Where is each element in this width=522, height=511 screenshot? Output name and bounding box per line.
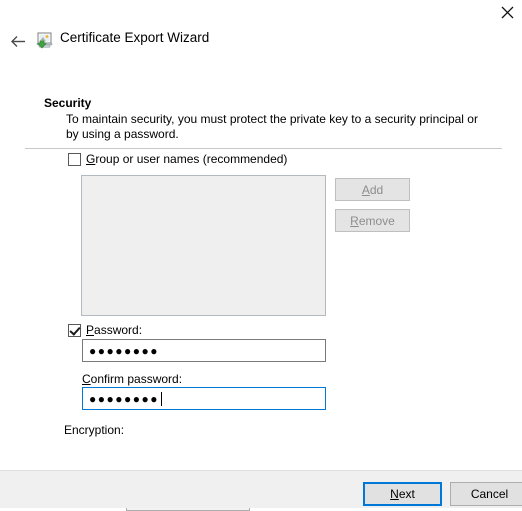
group-names-label-rest: roup or user names (recommended) <box>95 152 288 166</box>
next-button-accel: N <box>390 487 399 501</box>
back-button[interactable] <box>5 28 31 54</box>
dialog-footer: Next Cancel <box>0 470 522 508</box>
page-description: To maintain security, you must protect t… <box>66 112 478 141</box>
password-input[interactable]: ●●●●●●●● <box>82 339 326 362</box>
encryption-label: Encryption: <box>64 423 125 437</box>
confirm-password-label: Confirm password: <box>82 372 182 386</box>
group-names-label: Group or user names (recommended) <box>86 152 287 166</box>
wizard-content: Security To maintain security, you must … <box>0 70 522 511</box>
password-label: Password: <box>86 323 142 337</box>
password-checkbox-row[interactable]: Password: <box>68 323 142 337</box>
page-title: Security <box>44 96 92 110</box>
password-input-value: ●●●●●●●● <box>89 343 159 358</box>
confirm-password-label-rest: onfirm password: <box>90 372 183 386</box>
confirm-password-accel: C <box>82 372 91 386</box>
close-button[interactable] <box>492 0 522 24</box>
confirm-password-input-value: ●●●●●●●● <box>89 391 159 406</box>
arrow-left-icon <box>10 35 25 47</box>
add-button-label-rest: dd <box>369 182 384 197</box>
group-names-checkbox[interactable] <box>68 152 81 166</box>
wizard-title: Certificate Export Wizard <box>60 30 210 45</box>
header-separator <box>25 148 502 149</box>
remove-button-label-rest: emove <box>358 213 395 228</box>
password-accel: P <box>86 323 95 337</box>
group-names-checkbox-row[interactable]: Group or user names (recommended) <box>68 152 287 166</box>
remove-button[interactable]: Remove <box>335 209 410 232</box>
next-button[interactable]: Next <box>363 482 442 506</box>
group-names-listbox[interactable] <box>81 175 326 316</box>
remove-button-accel: R <box>350 213 359 228</box>
group-names-accel: G <box>86 152 96 166</box>
close-icon <box>501 6 513 18</box>
confirm-password-input[interactable]: ●●●●●●●● <box>82 387 326 410</box>
text-caret <box>160 391 162 406</box>
title-bar <box>0 0 522 24</box>
certificate-export-icon <box>35 31 55 51</box>
wizard-header: Certificate Export Wizard <box>0 26 522 56</box>
cancel-button[interactable]: Cancel <box>450 482 522 506</box>
add-button[interactable]: Add <box>335 178 410 201</box>
next-button-label-rest: ext <box>398 487 415 501</box>
add-button-accel: A <box>361 182 370 197</box>
password-label-rest: assword: <box>94 323 143 337</box>
password-checkbox[interactable] <box>68 323 81 337</box>
